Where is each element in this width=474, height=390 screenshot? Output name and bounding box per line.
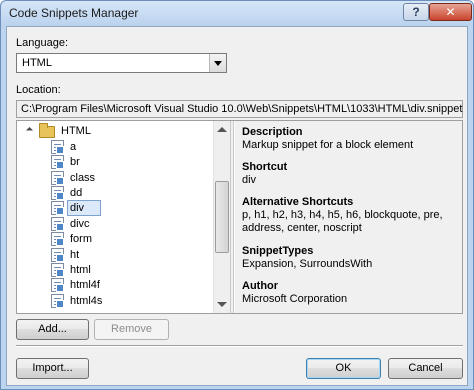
alt-shortcuts-heading: Alternative Shortcuts — [242, 196, 354, 208]
language-label: Language: — [16, 37, 68, 49]
tree-item[interactable]: class — [51, 171, 201, 186]
location-label: Location: — [16, 84, 61, 96]
author-text: Microsoft Corporation — [242, 293, 348, 305]
tree-item-selected[interactable]: div — [51, 200, 201, 216]
tree-item-label: form — [70, 233, 92, 245]
snippet-details: Description Markup snippet for a block e… — [235, 121, 462, 313]
tree-folder-label: HTML — [61, 125, 91, 137]
tree-item-label: html4f — [70, 279, 100, 291]
ok-button[interactable]: OK — [306, 358, 381, 379]
author-heading: Author — [242, 280, 279, 292]
scroll-up-icon[interactable] — [217, 127, 227, 132]
snippet-types-text: Expansion, SurroundsWith — [242, 258, 373, 270]
snippet-panel: HTML a br class dd div divc form ht html… — [16, 120, 463, 314]
tree-item[interactable]: ht — [51, 248, 201, 263]
remove-button[interactable]: Remove — [94, 319, 169, 340]
window-title: Code Snippets Manager — [9, 6, 139, 20]
snippet-icon — [51, 278, 64, 292]
location-path-field[interactable]: C:\Program Files\Microsoft Visual Studio… — [16, 100, 463, 118]
tree-item[interactable]: dd — [51, 186, 201, 201]
tree-item-label: br — [70, 156, 80, 168]
tree-item[interactable]: form — [51, 232, 201, 247]
tree-item-label: html — [70, 264, 91, 276]
snippet-icon — [51, 186, 64, 200]
close-button[interactable]: ✕ — [429, 3, 472, 21]
code-snippets-manager-window: Code Snippets Manager ? ✕ Language: HTML… — [0, 0, 474, 390]
snippet-icon — [51, 171, 64, 185]
snippet-icon — [51, 232, 64, 246]
language-dropdown[interactable]: HTML — [16, 53, 227, 73]
snippet-icon — [51, 155, 64, 169]
tree-item[interactable]: a — [51, 140, 201, 155]
shortcut-heading: Shortcut — [242, 161, 288, 173]
panel-splitter[interactable] — [230, 121, 234, 313]
add-button[interactable]: Add... — [16, 319, 89, 340]
scrollbar-thumb[interactable] — [215, 181, 229, 253]
help-button[interactable]: ? — [403, 3, 429, 21]
dialog-body: Language: HTML Location: C:\Program File… — [6, 26, 468, 386]
description-heading: Description — [242, 126, 303, 138]
snippet-icon — [51, 140, 64, 154]
tree-item[interactable]: html4f — [51, 278, 201, 293]
language-selected: HTML — [22, 57, 52, 69]
snippet-icon — [51, 201, 64, 215]
folder-icon — [39, 123, 55, 138]
cancel-button[interactable]: Cancel — [388, 358, 463, 379]
tree-folder-html[interactable]: HTML — [27, 123, 207, 139]
tree-item-label: ht — [70, 249, 80, 261]
tree-item[interactable]: divc — [51, 217, 201, 232]
snippet-tree[interactable]: HTML a br class dd div divc form ht html… — [17, 121, 230, 313]
tree-item-label: divc — [70, 218, 90, 230]
tree-item-label: div — [67, 200, 101, 216]
tree-scrollbar[interactable] — [213, 121, 230, 313]
description-text: Markup snippet for a block element — [242, 139, 414, 151]
location-path: C:\Program Files\Microsoft Visual Studio… — [21, 103, 463, 115]
scroll-down-icon[interactable] — [217, 302, 227, 307]
alt-shortcuts-text: p, h1, h2, h3, h4, h5, h6, blockquote, p… — [242, 209, 443, 234]
import-button[interactable]: Import... — [16, 358, 89, 379]
tree-item[interactable]: html — [51, 263, 201, 278]
snippet-icon — [51, 263, 64, 277]
title-bar[interactable]: Code Snippets Manager ? ✕ — [1, 1, 473, 25]
chevron-down-icon[interactable] — [209, 54, 226, 72]
expand-arrow-icon[interactable] — [27, 128, 35, 136]
separator — [16, 345, 463, 347]
tree-item[interactable]: html4s — [51, 294, 201, 309]
tree-item[interactable]: br — [51, 155, 201, 170]
snippet-icon — [51, 217, 64, 231]
tree-item-label: html4s — [70, 295, 103, 307]
snippet-icon — [51, 248, 64, 262]
tree-item-label: a — [70, 141, 77, 153]
snippet-types-heading: SnippetTypes — [242, 245, 314, 257]
tree-item-label: class — [70, 172, 96, 184]
shortcut-text: div — [242, 174, 257, 186]
tree-item-label: dd — [70, 187, 83, 199]
snippet-icon — [51, 294, 64, 308]
